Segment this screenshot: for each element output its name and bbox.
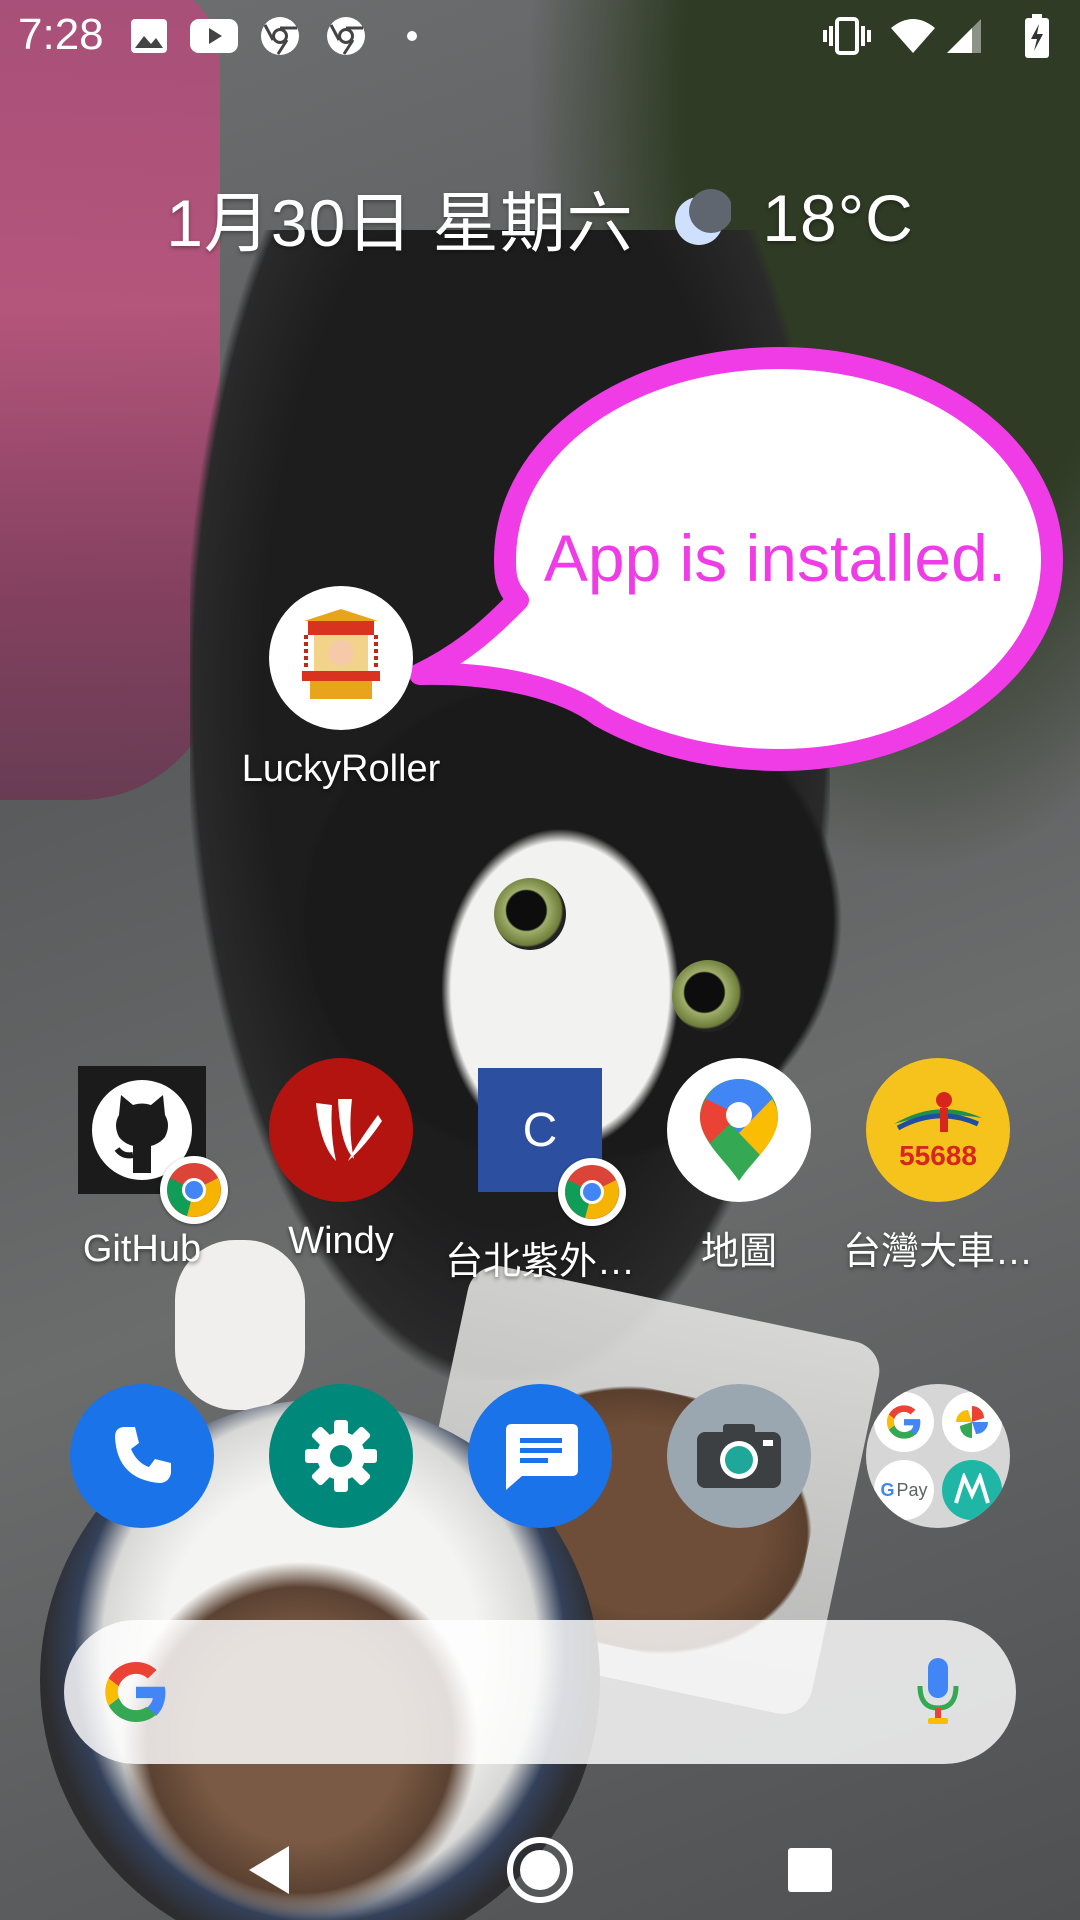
app-taipei-uv[interactable]: C 台北紫外… [440, 1058, 640, 1285]
dock-google-folder[interactable]: G Pay [838, 1384, 1038, 1528]
dock-phone[interactable] [42, 1384, 242, 1528]
google-photos-icon [942, 1392, 1002, 1452]
windy-icon [269, 1058, 413, 1202]
taxi-icon-text: 55688 [899, 1140, 977, 1171]
vibrate-icon [822, 14, 872, 58]
date-weather-glance[interactable]: 1月30日 星期六 18°C [0, 170, 1080, 266]
dock-messages[interactable] [440, 1384, 640, 1528]
google-folder-icon: G Pay [866, 1384, 1010, 1528]
wifi-icon [890, 14, 936, 58]
dock-camera[interactable] [639, 1384, 839, 1528]
messages-icon [468, 1384, 612, 1528]
app-luckyroller[interactable]: LuckyRoller [241, 586, 441, 791]
chrome-badge-icon [558, 1158, 626, 1226]
app-taiwan-taxi[interactable]: 55688 台灣大車… [838, 1058, 1038, 1275]
status-time: 7:28 [18, 10, 104, 59]
navigation-bar [0, 1800, 1080, 1920]
image-icon [130, 14, 168, 58]
signal-icon [946, 14, 982, 58]
chrome-icon [326, 14, 366, 58]
google-pay-icon: G Pay [874, 1460, 934, 1520]
temperature-text[interactable]: 18°C [762, 181, 913, 255]
app-github[interactable]: GitHub [42, 1058, 242, 1271]
home-icon[interactable] [490, 1820, 590, 1920]
callout-text: App is installed. [543, 521, 1007, 595]
dock-settings[interactable] [241, 1384, 441, 1528]
app-label: 地圖 [700, 1231, 777, 1273]
app-windy[interactable]: Windy [241, 1058, 441, 1263]
lucky-roller-icon [269, 586, 413, 730]
taxi-55688-icon: 55688 [866, 1058, 1010, 1202]
app-label: LuckyRoller [241, 748, 441, 790]
settings-icon [269, 1384, 413, 1528]
moon-icon [671, 188, 733, 248]
google-g-icon[interactable] [100, 1656, 172, 1733]
app-maps[interactable]: 地圖 [639, 1058, 839, 1275]
recents-icon[interactable] [760, 1820, 860, 1920]
chrome-icon [260, 14, 300, 58]
phone-icon [70, 1384, 214, 1528]
app-label: 台北紫外… [444, 1241, 635, 1283]
date-text[interactable]: 1月30日 星期六 [166, 186, 633, 260]
app-label: 台灣大車… [842, 1231, 1033, 1273]
chrome-badge-icon [160, 1156, 228, 1224]
motorola-icon [942, 1460, 1002, 1520]
google-maps-icon [667, 1058, 811, 1202]
status-bar: 7:28 [0, 0, 1080, 72]
youtube-icon [190, 14, 238, 58]
back-icon[interactable] [218, 1820, 318, 1920]
app-label: Windy [288, 1220, 394, 1262]
camera-icon [667, 1384, 811, 1528]
google-search-bar[interactable] [64, 1620, 1016, 1764]
more-dot-icon [406, 14, 418, 58]
microphone-icon[interactable] [914, 1656, 962, 1733]
battery-charging-icon [1024, 14, 1050, 58]
google-g-small-icon [874, 1392, 934, 1452]
app-label: GitHub [82, 1228, 202, 1270]
